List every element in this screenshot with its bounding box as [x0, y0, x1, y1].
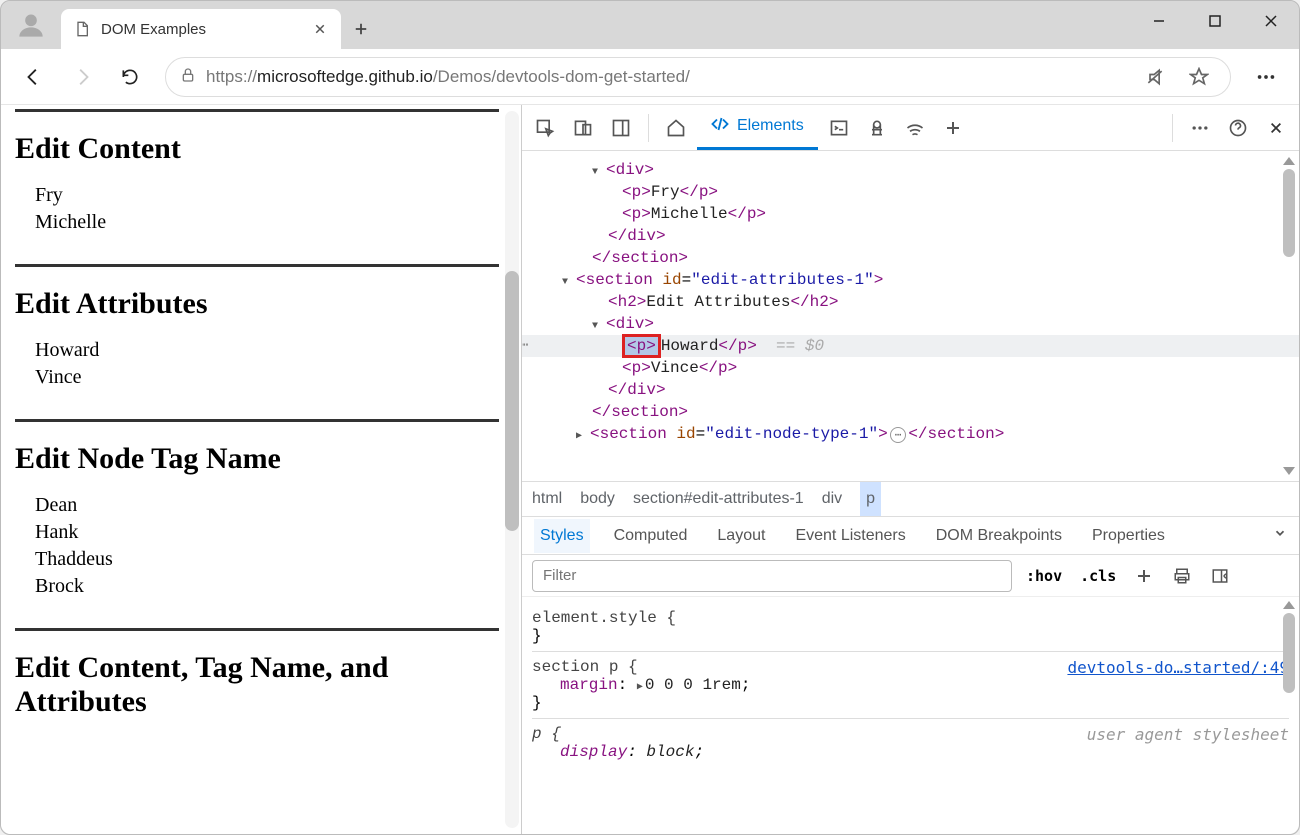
- dock-side-tool[interactable]: [604, 111, 638, 145]
- dom-selected-node[interactable]: <p>Howard</p> == $0: [522, 335, 1299, 357]
- section-edit-attributes: Edit Attributes Howard Vince: [15, 264, 499, 411]
- print-icon[interactable]: [1168, 562, 1196, 590]
- event-listeners-tab[interactable]: Event Listeners: [789, 519, 911, 553]
- tab-close-button[interactable]: [311, 20, 329, 38]
- console-tool[interactable]: [822, 111, 856, 145]
- list-item: Brock: [15, 573, 499, 600]
- section-edit-content: Edit Content Fry Michelle: [15, 109, 499, 256]
- dom-tree[interactable]: <div> <p>Fry</p> <p>Michelle</p> </div> …: [522, 151, 1299, 481]
- forward-button[interactable]: [61, 56, 103, 98]
- more-style-tabs[interactable]: [1273, 526, 1287, 545]
- lock-icon: [180, 67, 196, 86]
- section-edit-node-tag-name: Edit Node Tag Name Dean Hank Thaddeus Br…: [15, 419, 499, 620]
- toggle-pane-icon[interactable]: [1206, 562, 1234, 590]
- list-item: Michelle: [15, 209, 499, 236]
- list-item: Vince: [15, 364, 499, 391]
- browser-tab[interactable]: DOM Examples: [61, 9, 341, 49]
- page-scrollbar[interactable]: [505, 111, 519, 828]
- sources-tool[interactable]: [860, 111, 894, 145]
- device-toggle-tool[interactable]: [566, 111, 600, 145]
- page-icon: [73, 20, 91, 38]
- properties-tab[interactable]: Properties: [1086, 519, 1171, 553]
- tab-title: DOM Examples: [101, 21, 301, 38]
- favorite-icon[interactable]: [1182, 60, 1216, 94]
- source-link[interactable]: devtools-do…started/:49: [1067, 658, 1289, 677]
- more-tabs-button[interactable]: [936, 111, 970, 145]
- rules-scrollbar[interactable]: [1283, 601, 1295, 830]
- breadcrumb[interactable]: html body section#edit-attributes-1 div …: [522, 481, 1299, 517]
- list-item: Thaddeus: [15, 546, 499, 573]
- window-controls: [1131, 1, 1299, 41]
- hov-toggle[interactable]: :hov: [1022, 565, 1066, 587]
- devtools-panel: Elements <div> <p>Fry</p> <p>Michelle</: [521, 105, 1299, 834]
- url-box[interactable]: https://microsoftedge.github.io/Demos/de…: [165, 57, 1231, 97]
- welcome-tool[interactable]: [659, 111, 693, 145]
- styles-tab[interactable]: Styles: [534, 519, 590, 553]
- crumb-div[interactable]: div: [822, 490, 842, 508]
- crumb-section[interactable]: section#edit-attributes-1: [633, 490, 804, 508]
- refresh-button[interactable]: [109, 56, 151, 98]
- read-aloud-icon[interactable]: [1138, 60, 1172, 94]
- profile-button[interactable]: [11, 5, 51, 45]
- style-rules[interactable]: element.style { } section p {devtools-do…: [522, 597, 1299, 834]
- dom-scrollbar[interactable]: [1283, 157, 1295, 475]
- content-area: Edit Content Fry Michelle Edit Attribute…: [1, 105, 1299, 834]
- rendered-page[interactable]: Edit Content Fry Michelle Edit Attribute…: [1, 105, 521, 834]
- section-edit-content-tag-attrs: Edit Content, Tag Name, and Attributes: [15, 628, 499, 755]
- back-button[interactable]: [13, 56, 55, 98]
- elements-panel: <div> <p>Fry</p> <p>Michelle</p> </div> …: [522, 151, 1299, 834]
- maximize-button[interactable]: [1187, 1, 1243, 41]
- crumb-body[interactable]: body: [580, 490, 615, 508]
- minimize-button[interactable]: [1131, 1, 1187, 41]
- heading: Edit Attributes: [15, 287, 499, 321]
- list-item: Howard: [15, 337, 499, 364]
- styles-filter-row: :hov .cls: [522, 555, 1299, 597]
- inspect-element-tool[interactable]: [528, 111, 562, 145]
- crumb-p[interactable]: p: [860, 482, 881, 516]
- heading: Edit Content: [15, 132, 499, 166]
- browser-window: DOM Examples https://microsoftedge.githu…: [0, 0, 1300, 835]
- list-item: Hank: [15, 519, 499, 546]
- code-icon: [711, 115, 729, 138]
- cls-toggle[interactable]: .cls: [1076, 565, 1120, 587]
- new-tab-button[interactable]: [341, 9, 381, 49]
- titlebar: DOM Examples: [1, 1, 1299, 49]
- help-button[interactable]: [1221, 111, 1255, 145]
- dom-breakpoints-tab[interactable]: DOM Breakpoints: [930, 519, 1068, 553]
- devtools-toolbar: Elements: [522, 105, 1299, 151]
- list-item: Dean: [15, 492, 499, 519]
- layout-tab[interactable]: Layout: [711, 519, 771, 553]
- network-tool[interactable]: [898, 111, 932, 145]
- new-style-rule-button[interactable]: [1130, 562, 1158, 590]
- crumb-html[interactable]: html: [532, 490, 562, 508]
- heading: Edit Content, Tag Name, and Attributes: [15, 651, 499, 719]
- close-window-button[interactable]: [1243, 1, 1299, 41]
- address-bar: https://microsoftedge.github.io/Demos/de…: [1, 49, 1299, 105]
- heading: Edit Node Tag Name: [15, 442, 499, 476]
- elements-tab[interactable]: Elements: [697, 105, 818, 150]
- filter-input[interactable]: [532, 560, 1012, 592]
- url-text: https://microsoftedge.github.io/Demos/de…: [206, 67, 1128, 87]
- close-devtools-button[interactable]: [1259, 111, 1293, 145]
- settings-button[interactable]: [1245, 56, 1287, 98]
- list-item: Fry: [15, 182, 499, 209]
- styles-tabs: Styles Computed Layout Event Listeners D…: [522, 517, 1299, 555]
- more-tools-button[interactable]: [1183, 111, 1217, 145]
- computed-tab[interactable]: Computed: [608, 519, 694, 553]
